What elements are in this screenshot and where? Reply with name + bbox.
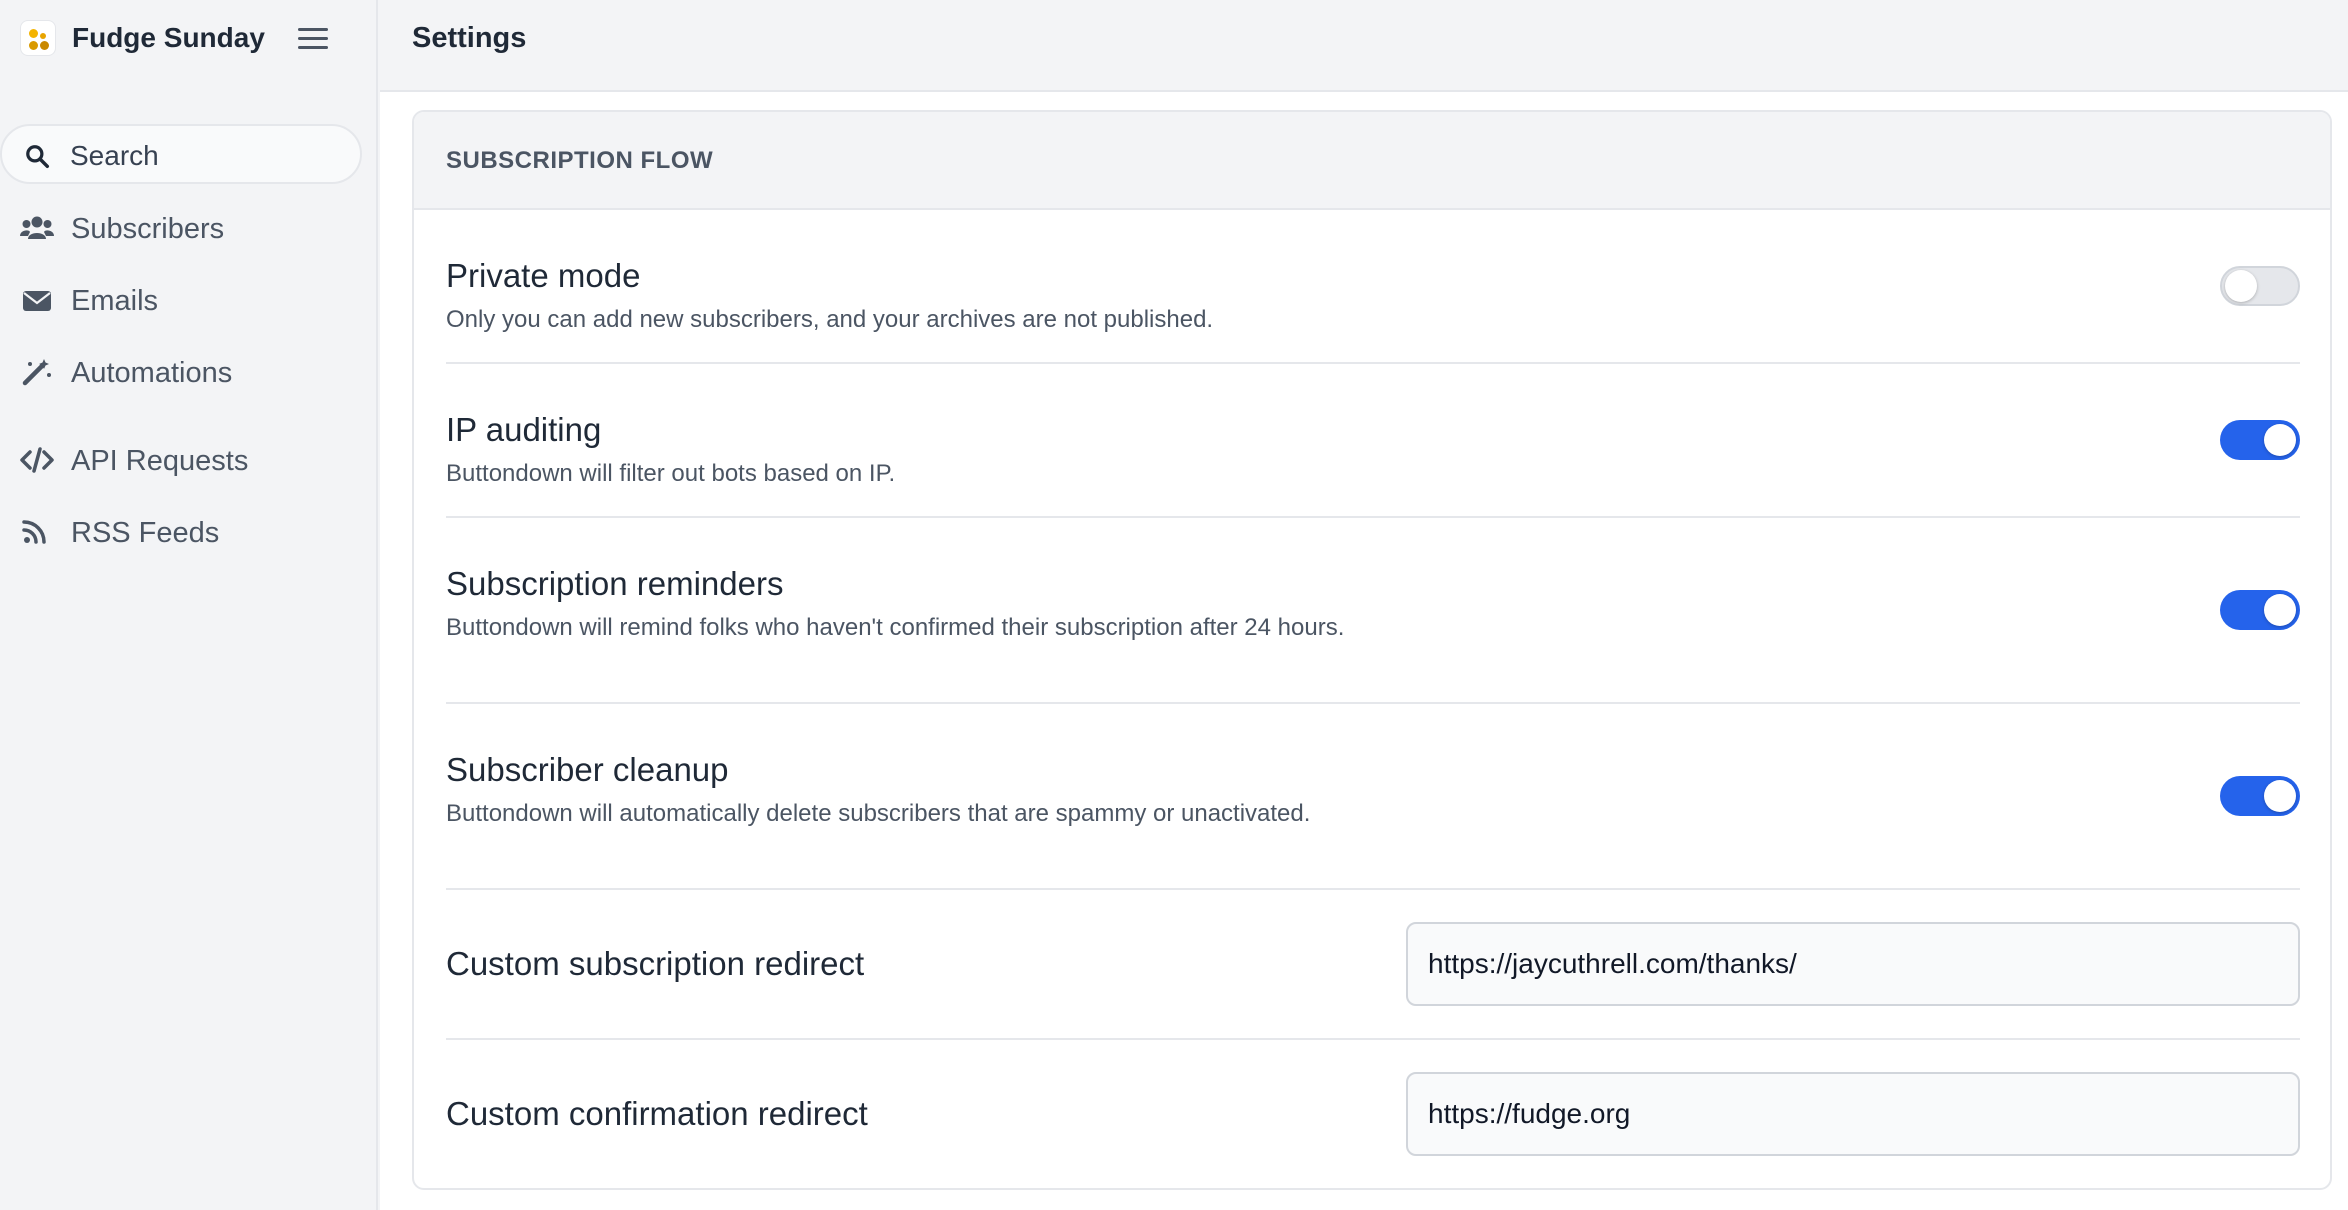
- settings-card: SUBSCRIPTION FLOW Private mode Only you …: [412, 110, 2332, 1190]
- confirmation-redirect-input[interactable]: [1406, 1072, 2300, 1156]
- brand-logo[interactable]: [20, 20, 56, 56]
- brand-name[interactable]: Fudge Sunday: [72, 20, 265, 56]
- rss-icon: [22, 520, 46, 544]
- setting-title: Private mode: [446, 257, 641, 294]
- setting-row-subscriber-cleanup: Subscriber cleanup Buttondown will autom…: [446, 704, 2300, 890]
- setting-description: Only you can add new subscribers, and yo…: [446, 306, 1214, 333]
- setting-row-private-mode: Private mode Only you can add new subscr…: [446, 210, 2300, 364]
- setting-description: Buttondown will filter out bots based on…: [446, 460, 896, 487]
- sidebar-item-label: RSS Feeds: [71, 517, 220, 549]
- subscription-redirect-input[interactable]: [1406, 922, 2300, 1006]
- envelope-icon: [23, 291, 51, 311]
- setting-description: Buttondown will automatically delete sub…: [446, 800, 1311, 827]
- search-icon: [26, 145, 50, 169]
- subscription-reminders-toggle[interactable]: [2220, 590, 2300, 630]
- header: Settings: [380, 0, 2348, 92]
- page-title: Settings: [412, 22, 527, 54]
- setting-row-subscription-redirect: Custom subscription redirect: [446, 890, 2300, 1040]
- code-icon: [20, 447, 54, 473]
- search-box[interactable]: Search: [0, 124, 362, 184]
- sidebar-item-rss-feeds[interactable]: RSS Feeds: [0, 504, 378, 560]
- section-title: SUBSCRIPTION FLOW: [446, 147, 714, 174]
- setting-title: Subscription reminders: [446, 565, 784, 602]
- hamburger-menu-icon[interactable]: [298, 22, 330, 54]
- setting-row-subscription-reminders: Subscription reminders Buttondown will r…: [446, 518, 2300, 704]
- users-icon: [20, 216, 54, 239]
- sidebar-item-label: Automations: [71, 357, 233, 389]
- setting-row-confirmation-redirect: Custom confirmation redirect: [446, 1040, 2300, 1188]
- setting-description: Buttondown will remind folks who haven't…: [446, 614, 1345, 641]
- field-label: Custom confirmation redirect: [446, 1095, 868, 1132]
- sidebar-item-automations[interactable]: Automations: [0, 344, 378, 400]
- sidebar-item-label: Emails: [71, 285, 159, 317]
- setting-title: Subscriber cleanup: [446, 751, 729, 788]
- setting-title: IP auditing: [446, 411, 602, 448]
- sidebar-item-subscribers[interactable]: Subscribers: [0, 200, 378, 256]
- magic-wand-icon: [22, 359, 51, 386]
- search-label: Search: [70, 140, 159, 171]
- private-mode-toggle[interactable]: [2220, 266, 2300, 306]
- sidebar-item-label: Subscribers: [71, 213, 225, 245]
- brand: Fudge Sunday: [0, 0, 378, 76]
- subscriber-cleanup-toggle[interactable]: [2220, 776, 2300, 816]
- card-header: SUBSCRIPTION FLOW: [414, 112, 2330, 210]
- main-content: SUBSCRIPTION FLOW Private mode Only you …: [380, 92, 2348, 1210]
- sidebar-item-emails[interactable]: Emails: [0, 272, 378, 328]
- sidebar-item-api-requests[interactable]: API Requests: [0, 432, 378, 488]
- sidebar: Fudge Sunday Search Subscribers Emails A…: [0, 0, 378, 1210]
- field-label: Custom subscription redirect: [446, 945, 865, 982]
- setting-row-ip-auditing: IP auditing Buttondown will filter out b…: [446, 364, 2300, 518]
- sidebar-item-label: API Requests: [71, 445, 249, 477]
- ip-auditing-toggle[interactable]: [2220, 420, 2300, 460]
